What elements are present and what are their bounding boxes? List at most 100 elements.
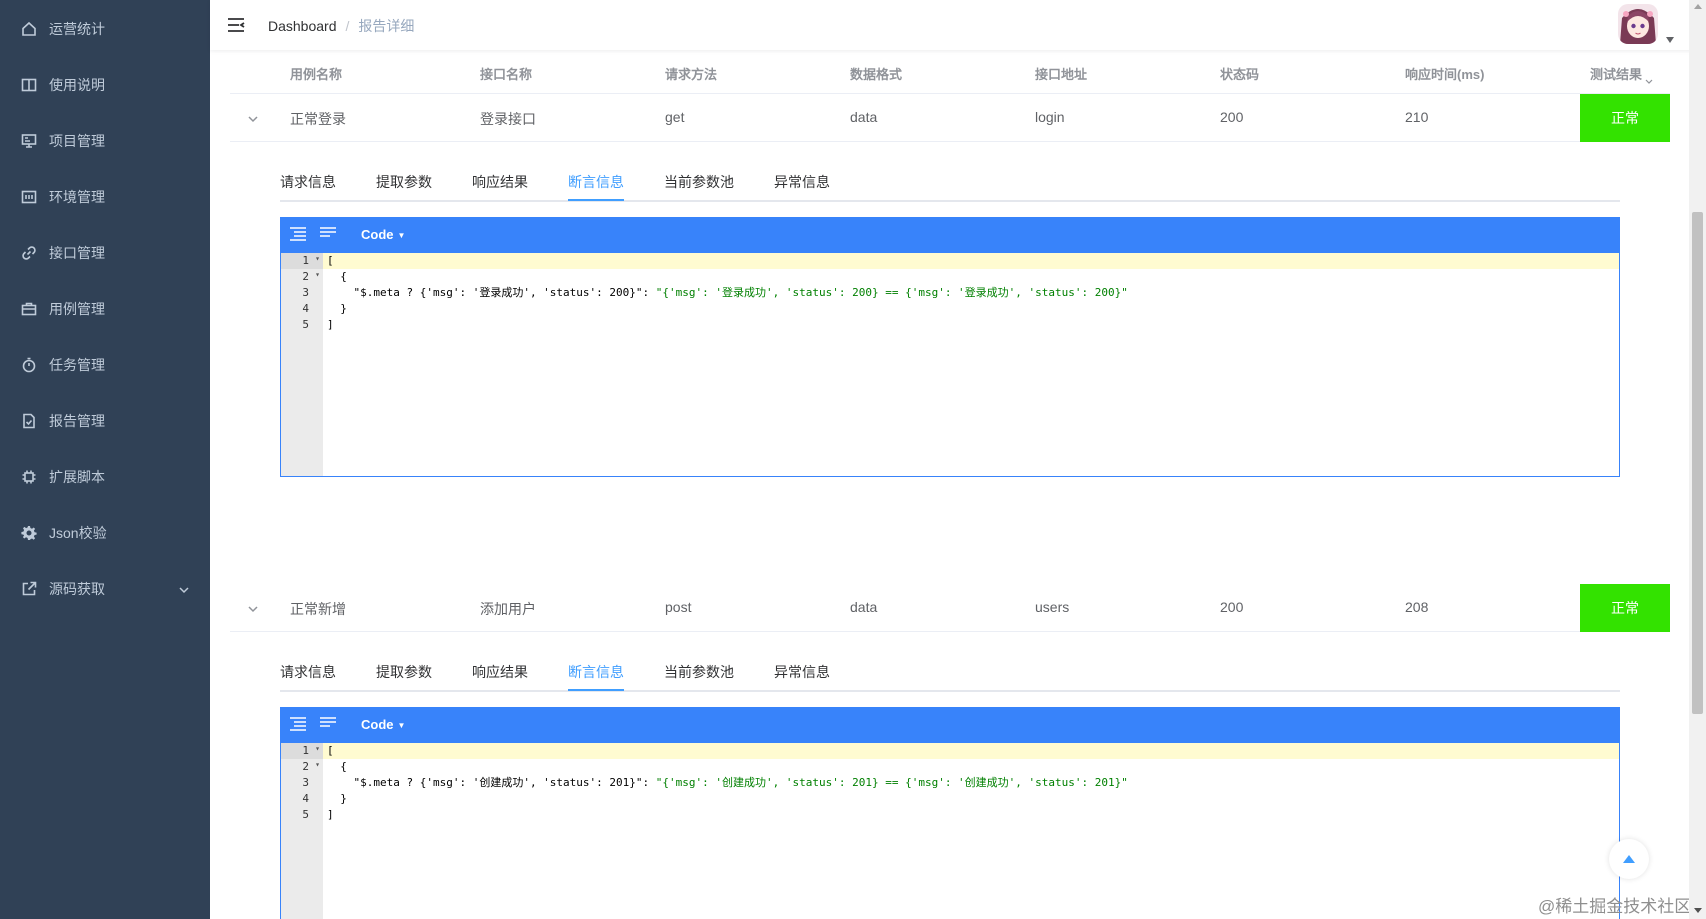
sidebar-item-api-management[interactable]: 接口管理	[0, 225, 210, 281]
hamburger-menu-icon[interactable]	[226, 15, 246, 35]
json-colon: :	[642, 286, 656, 299]
sidebar-item-json-validation[interactable]: Json校验	[0, 505, 210, 561]
header-format: 数据格式	[850, 67, 903, 82]
page-scrollbar[interactable]	[1689, 0, 1706, 919]
code-line: [	[323, 743, 1619, 759]
code-area[interactable]: [ { "$.meta ? {'msg': '创建成功', 'status': …	[323, 743, 1619, 919]
tab-request-info[interactable]: 请求信息	[280, 662, 336, 682]
tab-exception-info[interactable]: 异常信息	[774, 662, 830, 682]
tab-extract-params[interactable]: 提取参数	[376, 662, 432, 682]
scroll-thumb[interactable]	[1692, 212, 1703, 714]
code-area[interactable]: [ { "$.meta ? {'msg': '登录成功', 'status': …	[323, 253, 1619, 476]
line-number: 1 ▾	[281, 253, 323, 269]
sidebar-item-environment-management[interactable]: 环境管理	[0, 169, 210, 225]
sidebar-item-source-code[interactable]: 源码获取	[0, 561, 210, 617]
breadcrumb-separator: /	[345, 18, 350, 34]
table-row[interactable]: 正常登录 登录接口 get data login 200 210 正常	[230, 94, 1670, 142]
table-row[interactable]: 正常新增 添加用户 post data users 200 208 正常	[230, 584, 1670, 632]
tab-request-info[interactable]: 请求信息	[280, 172, 336, 192]
format-json-icon[interactable]	[289, 226, 309, 244]
tab-assertion-info[interactable]: 断言信息	[568, 172, 624, 192]
tab-active-indicator	[568, 689, 624, 691]
sidebar-item-extension-scripts[interactable]: 扩展脚本	[0, 449, 210, 505]
mode-label: Code	[361, 717, 394, 732]
json-string-value: "{'msg': '创建成功', 'status': 201} == {'msg…	[655, 776, 1128, 789]
link-icon	[20, 244, 38, 262]
tab-extract-params[interactable]: 提取参数	[376, 172, 432, 192]
sidebar-item-task-management[interactable]: 任务管理	[0, 337, 210, 393]
json-editor[interactable]: Code ▼ 1 ▾ 2 ▾ 3 4 5 [ { "$.meta ? {'msg': …	[280, 707, 1620, 919]
navbar: Dashboard / 报告详细	[210, 0, 1706, 50]
tab-current-param-pool[interactable]: 当前参数池	[664, 662, 734, 682]
scroll-up-arrow-icon[interactable]	[1694, 4, 1702, 9]
cell-format: data	[850, 599, 878, 615]
home-icon	[20, 20, 38, 38]
caret-down-icon[interactable]	[1666, 30, 1674, 43]
sidebar-item-operations-stats[interactable]: 运营统计	[0, 1, 210, 57]
expand-chevron-icon[interactable]	[247, 602, 259, 614]
back-to-top-button[interactable]	[1609, 839, 1649, 879]
compact-json-icon[interactable]	[319, 716, 339, 734]
editor-menu-bar: Code ▼	[281, 708, 1619, 743]
caret-up-icon	[1623, 855, 1635, 863]
line-number: 2 ▾	[302, 760, 320, 773]
mode-dropdown[interactable]: Code ▼	[361, 227, 405, 242]
header-path: 接口地址	[1035, 67, 1088, 82]
chevron-down-icon	[178, 583, 190, 599]
tab-response-result[interactable]: 响应结果	[472, 172, 528, 192]
compact-json-icon[interactable]	[319, 226, 339, 244]
sidebar-item-label: 任务管理	[49, 357, 105, 373]
tab-response-result[interactable]: 响应结果	[472, 662, 528, 682]
mode-label: Code	[361, 227, 394, 242]
scroll-down-arrow-icon[interactable]	[1694, 908, 1702, 913]
sidebar-item-label: 扩展脚本	[49, 469, 105, 485]
sidebar-item-label: 环境管理	[49, 189, 105, 205]
line-number: 3	[302, 286, 309, 299]
header-test-result-filter[interactable]: 测试结果	[1590, 64, 1653, 84]
breadcrumb: Dashboard / 报告详细	[268, 16, 414, 36]
code-line: {	[327, 760, 347, 773]
sidebar-item-label: 用例管理	[49, 301, 105, 317]
avatar[interactable]	[1618, 4, 1658, 44]
tab-assertion-info[interactable]: 断言信息	[568, 662, 624, 682]
cell-case-name: 正常登录	[290, 111, 346, 127]
watermark: @稀土掘金技术社区	[1538, 897, 1692, 916]
code-line: ]	[327, 808, 334, 821]
expand-chevron-icon[interactable]	[247, 112, 259, 124]
json-editor[interactable]: Code ▼ 1 ▾ 2 ▾ 3 4 5 [ { "$.meta ? {'msg': …	[280, 217, 1620, 477]
header-response-time: 响应时间(ms)	[1405, 67, 1485, 82]
server-icon	[20, 188, 38, 206]
external-link-icon	[20, 580, 38, 598]
cell-path: users	[1035, 599, 1070, 615]
sidebar-item-report-management[interactable]: 报告管理	[0, 393, 210, 449]
sidebar-item-case-management[interactable]: 用例管理	[0, 281, 210, 337]
code-line: }	[327, 302, 347, 315]
cell-status-code: 200	[1220, 599, 1244, 615]
tab-current-param-pool[interactable]: 当前参数池	[664, 172, 734, 192]
monitor-icon	[20, 132, 38, 150]
filter-chevron-icon	[1645, 73, 1653, 84]
code-line: {	[327, 270, 347, 283]
header-case-name: 用例名称	[290, 67, 343, 82]
cell-method: get	[665, 109, 685, 125]
cell-method: post	[665, 599, 692, 615]
fold-icon: ▾	[315, 760, 320, 769]
json-key: "$.meta ? {'msg': '创建成功', 'status': 201}…	[327, 776, 643, 789]
result-badge: 正常	[1580, 94, 1670, 142]
tab-active-indicator	[568, 199, 624, 201]
sidebar-item-usage-guide[interactable]: 使用说明	[0, 57, 210, 113]
mode-dropdown[interactable]: Code ▼	[361, 717, 405, 732]
line-number: 4	[302, 302, 309, 315]
cell-api-name: 登录接口	[480, 111, 536, 127]
sidebar-item-label: 报告管理	[49, 413, 105, 429]
code-line: [	[323, 253, 1619, 269]
code-line: }	[327, 792, 347, 805]
fold-icon: ▾	[315, 270, 320, 279]
breadcrumb-home-link[interactable]: Dashboard	[268, 18, 337, 34]
sidebar-item-label: 源码获取	[49, 581, 105, 597]
detail-tabs: 请求信息 提取参数 响应结果 断言信息 当前参数池 异常信息	[280, 162, 1620, 202]
header-status-code: 状态码	[1220, 67, 1260, 82]
format-json-icon[interactable]	[289, 716, 309, 734]
sidebar-item-project-management[interactable]: 项目管理	[0, 113, 210, 169]
tab-exception-info[interactable]: 异常信息	[774, 172, 830, 192]
